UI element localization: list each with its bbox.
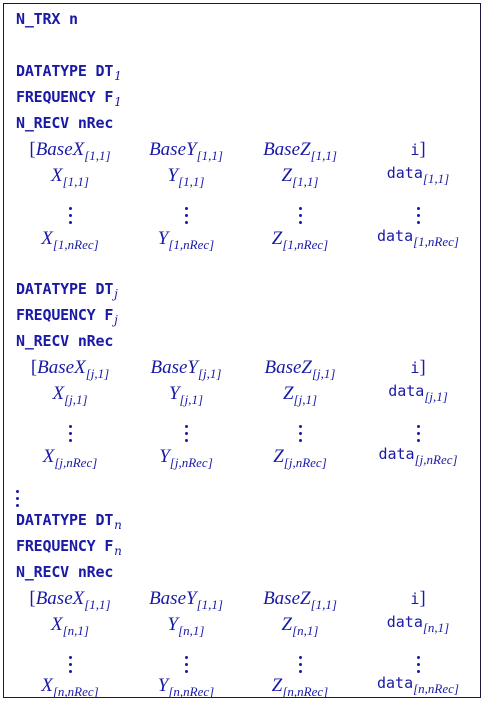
z-cell: Z[j,nRec] (273, 446, 327, 470)
frequency-line: FREQUENCY Fn (16, 537, 122, 558)
base-y-cell: BaseY[1,1] (149, 139, 223, 163)
n-trx-line: N_TRX n (16, 12, 78, 27)
vdots-row (14, 416, 476, 442)
z-cell: Z[j,1] (282, 383, 318, 407)
base-z-cell: BaseZ[1,1] (263, 588, 337, 612)
vdots-icon (130, 647, 242, 673)
frequency-keyword: FREQUENCY (16, 537, 96, 555)
vdots-row (14, 647, 476, 673)
x-cell: X[j,1] (52, 383, 88, 407)
first-receiver-row: X[n,1] Y[n,1] Z[n,1] data[n,1] (14, 615, 476, 639)
base-x-cell: [BaseX[1,1] (29, 588, 111, 612)
z-cell: Z[n,1] (281, 614, 319, 638)
n-recv-value: nRec (77, 563, 114, 581)
data-cell: data[j,nRec] (378, 445, 458, 467)
n-recv-value: nRec (77, 114, 114, 132)
vdots-icon (360, 416, 476, 442)
datatype-line: DATATYPE DT1 (16, 62, 122, 83)
x-cell: X[1,nRec] (41, 228, 99, 252)
y-cell: Y[1,1] (167, 165, 205, 189)
frequency-subscript: n (114, 544, 122, 558)
y-cell: Y[j,nRec] (159, 446, 213, 470)
base-z-cell: BaseZ[j,1] (264, 357, 336, 381)
index-cell: i] (410, 588, 426, 609)
datatype-value: DT (95, 62, 114, 80)
last-receiver-row: X[1,nRec] Y[1,nRec] Z[1,nRec] data[1,nRe… (14, 229, 476, 253)
frequency-keyword: FREQUENCY (16, 88, 96, 106)
datatype-keyword: DATATYPE (16, 511, 87, 529)
first-receiver-row: X[1,1] Y[1,1] Z[1,1] data[1,1] (14, 166, 476, 190)
n-recv-line: N_RECV nRec (16, 116, 113, 131)
datatype-keyword: DATATYPE (16, 62, 87, 80)
y-cell: Y[1,nRec] (157, 228, 215, 252)
z-cell: Z[1,1] (281, 165, 319, 189)
x-cell: X[j,nRec] (42, 446, 98, 470)
datatype-subscript: j (114, 287, 118, 301)
last-receiver-row: X[j,nRec] Y[j,nRec] Z[j,nRec] data[j,nRe… (14, 447, 476, 471)
last-receiver-row: X[n,nRec] Y[n,nRec] Z[n,nRec] data[n,nRe… (14, 676, 476, 700)
file-format-box: N_TRX n DATATYPE DT1 FREQUENCY F1 N_RECV… (3, 3, 481, 698)
n-recv-line: N_RECV nRec (16, 565, 113, 580)
y-cell: Y[n,1] (167, 614, 205, 638)
datatype-value: DT (95, 280, 114, 298)
frequency-subscript: 1 (114, 95, 122, 109)
n-recv-line: N_RECV nRec (16, 334, 113, 349)
frequency-value: F (104, 537, 114, 555)
base-y-cell: BaseY[1,1] (149, 588, 223, 612)
vdots-icon (14, 416, 126, 442)
z-cell: Z[1,nRec] (271, 228, 329, 252)
vdots-row (14, 198, 476, 224)
data-cell: data[n,1] (386, 613, 450, 635)
n-recv-keyword: N_RECV (16, 563, 69, 581)
vdots-icon (130, 198, 242, 224)
datatype-subscript: n (114, 518, 122, 532)
data-cell: data[1,1] (386, 164, 450, 186)
n-trx-keyword: N_TRX (16, 10, 61, 28)
index-cell: i] (410, 357, 426, 378)
n-recv-keyword: N_RECV (16, 332, 69, 350)
frequency-value: F (104, 306, 114, 324)
first-receiver-row: X[j,1] Y[j,1] Z[j,1] data[j,1] (14, 384, 476, 408)
x-cell: X[n,1] (51, 614, 89, 638)
vdots-icon (360, 198, 476, 224)
base-x-cell: [BaseX[1,1] (29, 139, 111, 163)
x-cell: X[1,1] (51, 165, 89, 189)
base-y-cell: BaseY[j,1] (150, 357, 222, 381)
datatype-line: DATATYPE DTn (16, 511, 122, 532)
n-recv-value: nRec (77, 332, 114, 350)
vdots-icon (360, 647, 476, 673)
data-cell: data[1,nRec] (377, 227, 459, 249)
frequency-subscript: j (114, 313, 118, 327)
vdots-icon (244, 416, 356, 442)
vdots-icon (14, 198, 126, 224)
vdots-icon (244, 198, 356, 224)
block-separator-vdots-icon (16, 480, 19, 507)
y-cell: Y[j,1] (168, 383, 204, 407)
data-cell: data[n,nRec] (377, 674, 459, 696)
base-z-cell: BaseZ[1,1] (263, 139, 337, 163)
x-cell: X[n,nRec] (41, 675, 99, 699)
frequency-line: FREQUENCY F1 (16, 88, 122, 109)
frequency-keyword: FREQUENCY (16, 306, 96, 324)
datatype-subscript: 1 (114, 69, 122, 83)
frequency-value: F (104, 88, 114, 106)
datatype-line: DATATYPE DTj (16, 280, 118, 301)
n-trx-value: n (69, 10, 78, 28)
n-recv-keyword: N_RECV (16, 114, 69, 132)
base-row: [BaseX[1,1] BaseY[1,1] BaseZ[1,1] i] (14, 589, 476, 613)
data-cell: data[j,1] (388, 382, 448, 404)
base-x-cell: [BaseX[j,1] (30, 357, 110, 381)
index-cell: i] (410, 139, 426, 160)
vdots-icon (244, 647, 356, 673)
y-cell: Y[n,nRec] (157, 675, 215, 699)
frequency-line: FREQUENCY Fj (16, 306, 118, 327)
base-row: [BaseX[1,1] BaseY[1,1] BaseZ[1,1] i] (14, 140, 476, 164)
datatype-value: DT (95, 511, 114, 529)
vdots-icon (14, 647, 126, 673)
datatype-keyword: DATATYPE (16, 280, 87, 298)
base-row: [BaseX[j,1] BaseY[j,1] BaseZ[j,1] i] (14, 358, 476, 382)
z-cell: Z[n,nRec] (271, 675, 329, 699)
vdots-icon (130, 416, 242, 442)
